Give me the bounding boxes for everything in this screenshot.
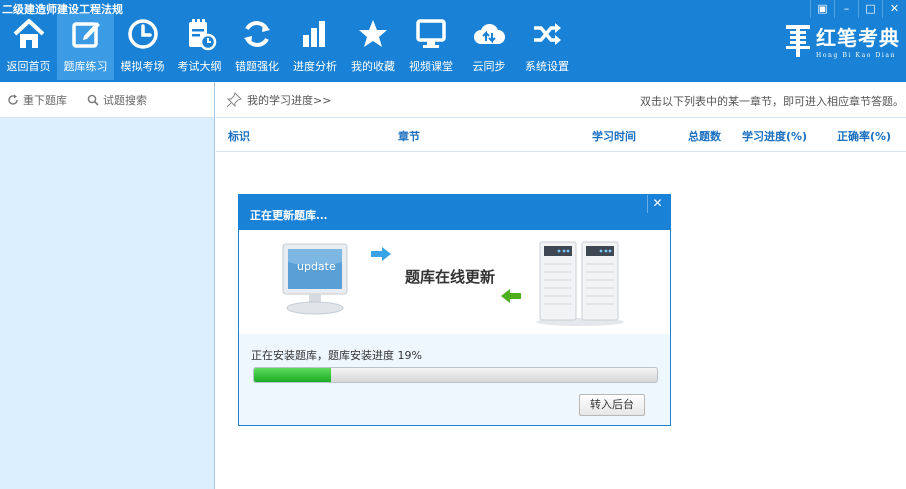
reload-icon: [8, 94, 18, 105]
nav-favorites[interactable]: 我的收藏: [344, 14, 402, 80]
brand-text: 红笔考典 Hong Bi Kao Dian: [816, 22, 900, 59]
dialog-close-button[interactable]: ✕: [647, 195, 667, 213]
server-icon: [536, 241, 624, 326]
reload-bank-button[interactable]: 重下题库: [7, 92, 67, 108]
nav-label: 返回首页: [6, 60, 51, 73]
search-questions-label: 试题搜索: [103, 93, 147, 107]
nav-label: 考试大纲: [177, 60, 222, 73]
edit-icon: [68, 16, 104, 52]
star-icon: [355, 16, 391, 52]
dialog-header: 正在更新题库... ✕: [239, 195, 670, 230]
nav-syllabus[interactable]: 考试大纲: [171, 14, 228, 80]
column-accuracy[interactable]: 正确率(%): [837, 128, 891, 144]
close-window-button[interactable]: ✕: [882, 0, 906, 18]
arrow-right-icon: [371, 247, 391, 261]
pin-icon: [226, 91, 242, 107]
brand-name: 红笔考典: [816, 26, 900, 50]
column-progress[interactable]: 学习进度(%): [742, 128, 807, 144]
update-caption: 题库在线更新: [405, 268, 496, 286]
nav-home[interactable]: 返回首页: [0, 14, 57, 80]
breadcrumb-bar: 我的学习进度>> 双击以下列表中的某一章节，即可进入相应章节答题。: [216, 82, 906, 118]
bar-chart-icon: [297, 16, 333, 52]
skin-button[interactable]: ▣: [810, 0, 834, 18]
brand-pinyin: Hong Bi Kao Dian: [816, 52, 897, 59]
run-in-background-button[interactable]: 转入后台: [579, 394, 645, 416]
install-progress-bar: [253, 367, 658, 383]
clock-icon: [125, 16, 161, 52]
install-status: 正在安装题库，题库安装进度 19%: [251, 349, 422, 362]
syllabus-icon: [182, 16, 218, 52]
nav-cloud-sync[interactable]: 云同步: [460, 14, 518, 80]
nav-label: 题库练习: [63, 60, 108, 73]
window-controls: ▣ – □ ✕: [810, 0, 906, 18]
refresh-icon: [239, 16, 275, 52]
nav-label: 视频课堂: [409, 60, 453, 73]
nav-mock-exam[interactable]: 模拟考场: [114, 14, 171, 80]
dialog-progress-area: 正在安装题库，题库安装进度 19% 转入后台: [239, 334, 670, 425]
arrow-left-icon: [501, 289, 521, 303]
nav-label: 系统设置: [525, 60, 569, 73]
top-bar: 二级建造师建设工程法规 ▣ – □ ✕ 返回首页 题库练习 模拟考场 考试大纲 …: [0, 0, 906, 82]
brand-logo: 红笔考典 Hong Bi Kao Dian: [784, 22, 900, 59]
search-questions-button[interactable]: 试题搜索: [87, 92, 147, 108]
sidebar: 重下题库 试题搜索: [0, 82, 215, 489]
nav-label: 模拟考场: [120, 60, 165, 73]
hint-text: 双击以下列表中的某一章节，即可进入相应章节答题。: [640, 95, 904, 108]
nav-practice[interactable]: 题库练习: [57, 14, 114, 80]
update-dialog: 正在更新题库... ✕ update 题库在线更新 正在安装题库，题库安装进度 …: [238, 194, 671, 426]
main-nav: 返回首页 题库练习 模拟考场 考试大纲 错题强化 进度分析 我的收藏 视频课堂 …: [0, 14, 576, 82]
sidebar-toolbar: 重下题库 试题搜索: [0, 82, 214, 118]
install-progress-fill: [254, 368, 331, 382]
nav-label: 云同步: [472, 60, 506, 73]
column-id[interactable]: 标识: [228, 128, 250, 144]
computer-icon: [282, 243, 348, 315]
nav-progress[interactable]: 进度分析: [286, 14, 344, 80]
monitor-icon: [413, 16, 449, 52]
shuffle-icon: [529, 16, 565, 52]
search-icon: [87, 94, 99, 106]
dialog-illustration: update 题库在线更新: [239, 230, 670, 334]
column-chapter[interactable]: 章节: [398, 128, 420, 144]
table-header: 标识 章节 学习时间 总题数 学习进度(%) 正确率(%): [216, 118, 906, 152]
monitor-label: update: [297, 260, 336, 273]
pen-logo-icon: [786, 24, 810, 57]
nav-label: 我的收藏: [351, 60, 395, 73]
column-total[interactable]: 总题数: [688, 128, 721, 144]
nav-label: 进度分析: [293, 60, 337, 73]
nav-mistakes[interactable]: 错题强化: [228, 14, 286, 80]
minimize-button[interactable]: –: [834, 0, 858, 18]
breadcrumb[interactable]: 我的学习进度>>: [247, 92, 331, 108]
reload-bank-label: 重下题库: [23, 93, 67, 107]
dialog-title: 正在更新题库...: [250, 209, 328, 222]
home-icon: [11, 16, 47, 52]
maximize-button[interactable]: □: [858, 0, 882, 18]
cloud-sync-icon: [471, 16, 507, 52]
nav-label: 错题强化: [235, 60, 279, 73]
nav-settings[interactable]: 系统设置: [518, 14, 576, 80]
column-study-time[interactable]: 学习时间: [592, 128, 636, 144]
nav-video[interactable]: 视频课堂: [402, 14, 460, 80]
